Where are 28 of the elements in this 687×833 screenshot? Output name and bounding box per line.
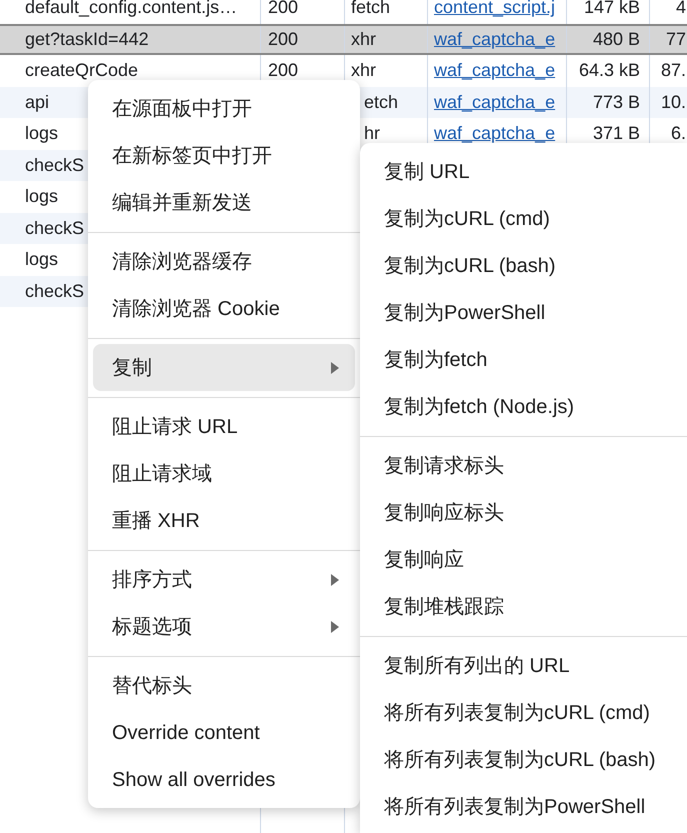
status-code: 200 xyxy=(268,59,298,82)
transfer-size: 64.3 kB xyxy=(578,59,640,82)
request-type: xhr xyxy=(351,28,376,51)
request-type: etch xyxy=(364,90,398,114)
request-time: 6. xyxy=(670,122,686,146)
request-name: logs xyxy=(25,122,58,146)
request-time: 4 xyxy=(676,0,686,20)
request-name: logs xyxy=(25,185,58,208)
status-code: 200 xyxy=(268,0,298,20)
request-type: fetch xyxy=(351,0,390,20)
request-name: checkS xyxy=(25,154,84,177)
transfer-size: 147 kB xyxy=(584,0,640,20)
request-name: checkS xyxy=(25,280,84,303)
request-type: xhr xyxy=(351,59,376,82)
request-time: 77 xyxy=(666,28,686,51)
status-code: 200 xyxy=(268,28,298,51)
request-name: checkS xyxy=(25,216,84,240)
transfer-size: 773 B xyxy=(592,90,640,114)
request-type: hr xyxy=(364,122,380,146)
request-name: createQrCode xyxy=(25,59,138,82)
transfer-size: 480 B xyxy=(592,28,640,51)
request-name: api xyxy=(25,90,50,114)
request-time: 10. xyxy=(660,90,686,114)
request-name: get?taskId=442 xyxy=(25,28,149,51)
request-time: 87. xyxy=(660,59,686,82)
request-name: default_config.content.js… xyxy=(25,0,238,20)
transfer-size: 371 B xyxy=(592,122,640,146)
request-name: logs xyxy=(25,248,58,272)
